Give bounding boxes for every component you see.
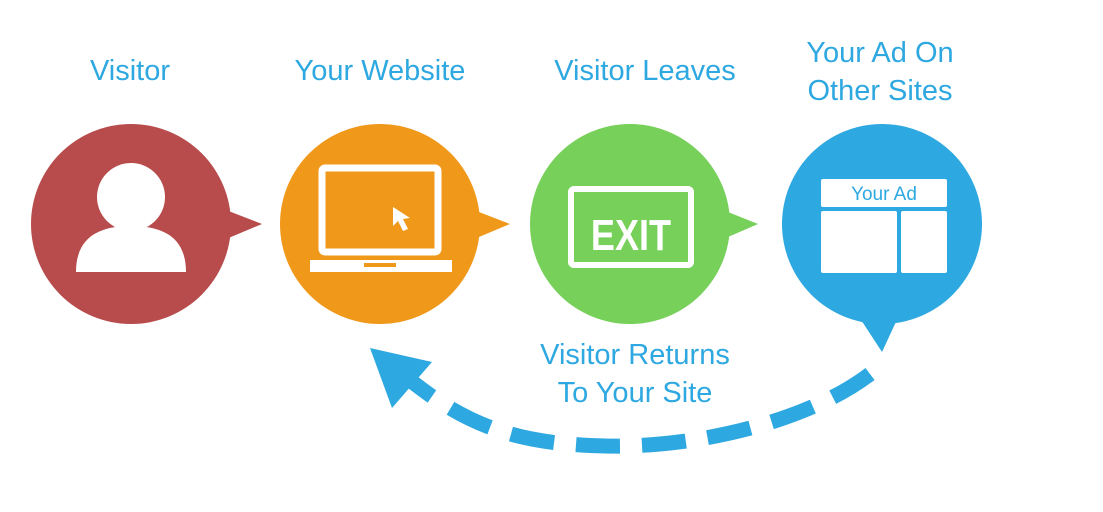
ad-layout-icon: Your Ad xyxy=(821,179,947,273)
website-bubble xyxy=(280,124,510,324)
visitor-bubble xyxy=(31,124,262,324)
ad-content-left xyxy=(821,211,897,273)
retargeting-diagram: EXIT Your Ad xyxy=(31,124,982,454)
return-arrow xyxy=(370,348,875,454)
website-bubble-circle xyxy=(280,124,480,324)
ad-content-right xyxy=(901,211,947,273)
ad-bubble: Your Ad xyxy=(782,124,982,352)
ad-banner-text: Your Ad xyxy=(851,184,917,205)
exit-sign-text: EXIT xyxy=(591,211,672,260)
visitor-leaves-bubble: EXIT xyxy=(530,124,758,324)
return-arrow-dashed-path xyxy=(405,368,875,454)
